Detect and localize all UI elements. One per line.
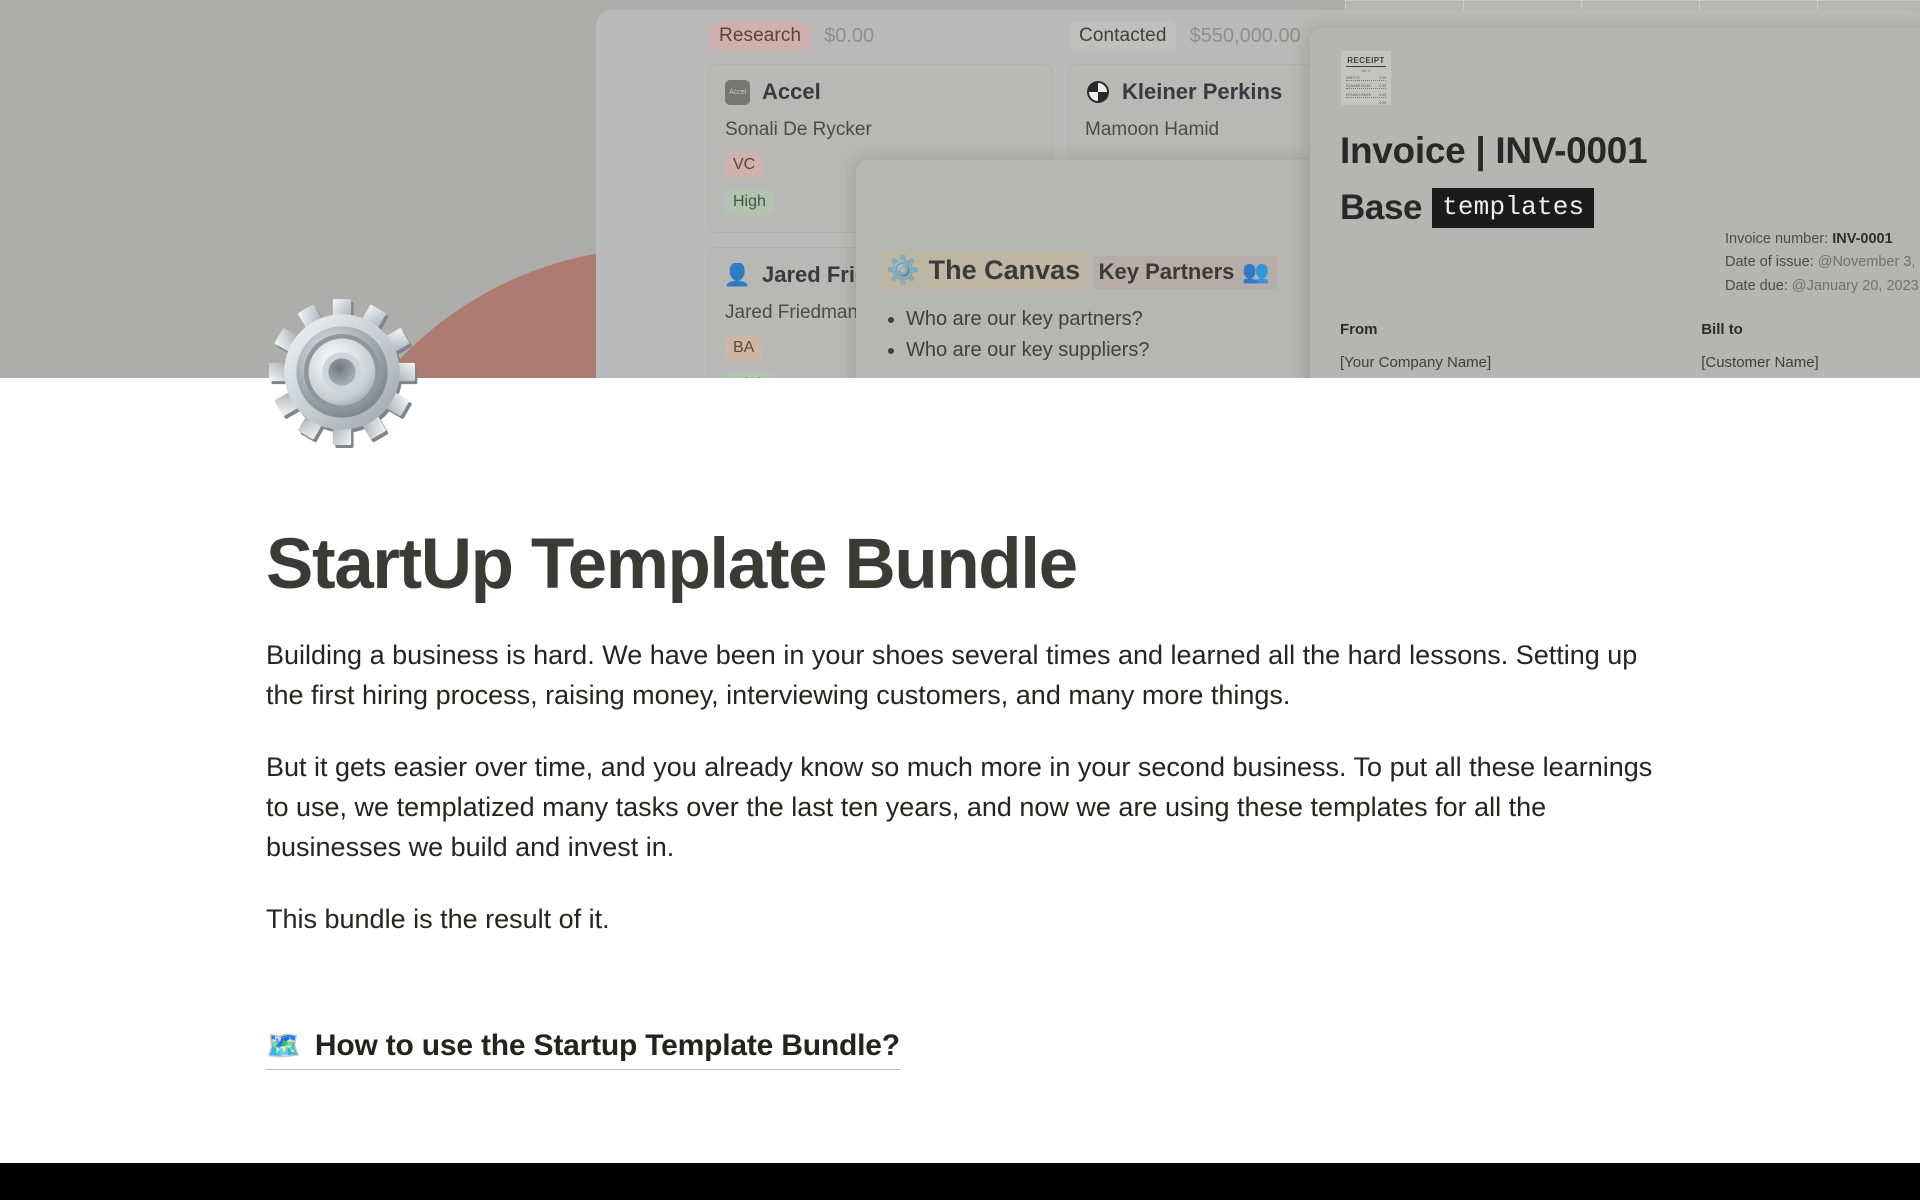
invoice-due-label: Date due:: [1725, 277, 1788, 294]
invoice-number-label: Invoice number:: [1725, 231, 1829, 247]
canvas-card-title: ⚙️ The Canvas: [880, 252, 1089, 290]
sub-page-link-how-to-use[interactable]: 🗺️ How to use the Startup Template Bundl…: [266, 1029, 900, 1071]
receipt-line-label: SQUARE PEGS: [1346, 84, 1371, 89]
invoice-template-card: RECEIPT JUL 17 MINTY'S 0.00 SQUARE PEGS …: [1310, 28, 1920, 378]
invoice-brand: Base templates: [1340, 188, 1920, 228]
at-symbol: @: [1791, 277, 1807, 294]
invoice-due-date-row: Date due: @January 20, 2023: [1725, 275, 1920, 298]
crm-card-tag-high: High: [725, 373, 774, 378]
crm-card-title: Accel Accel: [725, 79, 1036, 105]
brand-name: Base: [1340, 188, 1423, 227]
crm-column-amount: $550,000.00: [1189, 24, 1301, 47]
invoice-number-value: INV-0001: [1832, 231, 1893, 247]
invoice-heading: Invoice | INV-0001: [1340, 130, 1648, 171]
crm-card-company: Kleiner Perkins: [1122, 79, 1283, 104]
page-title: StartUp Template Bundle: [266, 525, 1078, 604]
crm-card-contact: Sonali De Rycker: [725, 119, 872, 140]
page-content: StartUp Template Bundle Building a busin…: [266, 525, 1686, 1071]
invoice-number-row: Invoice number: INV-0001: [1725, 228, 1920, 251]
crm-column-amount: $0.00: [824, 24, 875, 47]
receipt-line-value: 0.00: [1379, 76, 1386, 81]
list-item: Who are our key partners?: [906, 304, 1292, 335]
canvas-template-card: ⚙️ The Canvas Key Partners 👥 Who are our…: [856, 160, 1316, 378]
status-badge-research: Research: [710, 21, 811, 51]
from-line: [Your Company Name]: [1340, 354, 1492, 371]
people-icon: 👥: [1242, 259, 1270, 284]
billto-line: [Customer Address]: [1701, 374, 1833, 378]
accel-logo-icon: Accel: [725, 79, 750, 105]
from-heading: From: [1340, 321, 1378, 338]
invoice-due-value: January 20, 2023: [1806, 277, 1919, 294]
billto-heading: Bill to: [1701, 321, 1743, 338]
gear-icon[interactable]: [266, 296, 418, 448]
canvas-section-title: Key Partners 👥: [1092, 256, 1278, 289]
status-badge-contacted: Contacted: [1070, 21, 1176, 51]
receipt-line-label: ROUND HOLES: [1346, 92, 1371, 97]
receipt-line: SQUARE PEGS 0.00: [1346, 84, 1386, 90]
invoice-billto-column: Bill to [Customer Name] [Customer Addres…: [1701, 321, 1833, 378]
from-line: [Your Address]: [1340, 374, 1491, 378]
sub-page-link-label: How to use the Startup Template Bundle?: [314, 1029, 900, 1063]
receipt-line-label: MINTY'S: [1346, 76, 1360, 81]
gear-icon: ⚙️: [886, 255, 920, 285]
invoice-parties: From [Your Company Name] [Your Address] …: [1340, 321, 1833, 378]
receipt-line: ROUND HOLES 0.00: [1346, 93, 1386, 98]
receipt-line: MINTY'S 0.00: [1346, 76, 1386, 82]
crm-column-header: Research $0.00: [700, 21, 1060, 51]
receipt-line-value: 0.00: [1379, 100, 1386, 105]
intro-paragraph-1: Building a business is hard. We have bee…: [266, 640, 1638, 710]
invoice-issue-value: November 3, 2022: [1832, 254, 1920, 271]
receipt-subtitle: JUL 17: [1361, 69, 1371, 73]
receipt-thumbnail-image: RECEIPT JUL 17 MINTY'S 0.00 SQUARE PEGS …: [1340, 50, 1392, 106]
kleiner-perkins-logo-icon: [1085, 80, 1110, 105]
canvas-section-text: Key Partners: [1098, 259, 1235, 284]
receipt-line-value: 0.00: [1379, 92, 1386, 97]
invoice-issue-label: Date of issue:: [1725, 254, 1814, 271]
crm-card-company: Accel: [762, 79, 821, 104]
brand-tag: templates: [1432, 188, 1595, 228]
world-map-icon: 🗺️: [266, 1030, 301, 1062]
person-avatar-icon: 👤: [725, 262, 750, 287]
crm-card-tag-high: High: [725, 190, 774, 215]
invoice-meta-block: Invoice number: INV-0001 Date of issue: …: [1725, 228, 1920, 298]
canvas-title-text: The Canvas: [928, 254, 1081, 285]
crm-card-tag-ba: BA: [725, 336, 763, 361]
intro-paragraph-2: But it gets easier over time, and you al…: [266, 752, 1653, 862]
invoice-issue-date-row: Date of issue: @November 3, 2022: [1725, 251, 1920, 274]
intro-paragraph-3: This bundle is the result of it.: [266, 903, 610, 934]
list-item: Who are our key suppliers?: [906, 335, 1292, 366]
invoice-from-column: From [Your Company Name] [Your Address] …: [1340, 321, 1491, 378]
bottom-letterbox-bar: [0, 1163, 1920, 1200]
crm-card-tag-vc: VC: [725, 153, 764, 178]
receipt-title: RECEIPT: [1346, 56, 1386, 67]
receipt-line-value: 0.00: [1379, 84, 1386, 89]
billto-line: [Customer Name]: [1701, 354, 1819, 371]
receipt-line: 0.00: [1346, 101, 1386, 105]
canvas-bullet-list: Who are our key partners? Who are our ke…: [906, 304, 1292, 366]
at-symbol: @: [1817, 254, 1833, 271]
